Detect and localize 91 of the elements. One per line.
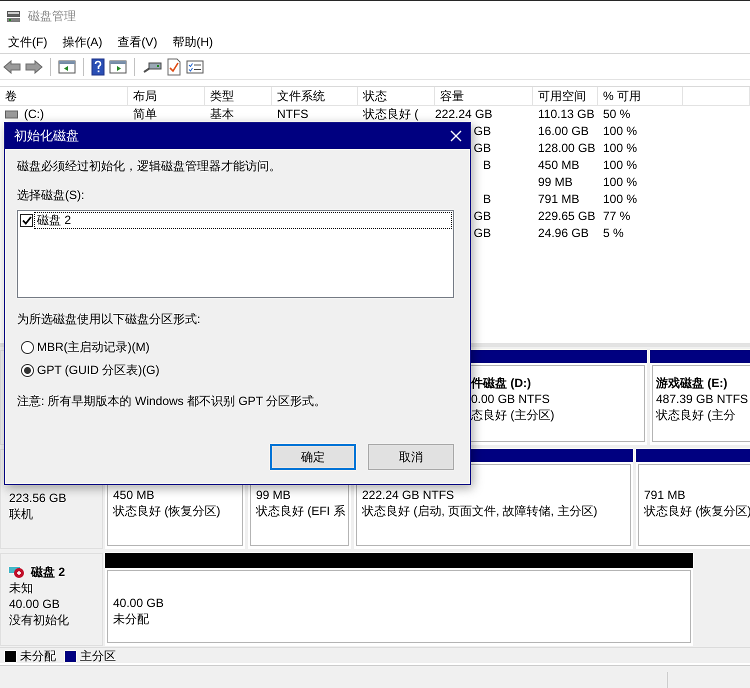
partition-size: 99 MB bbox=[256, 487, 291, 503]
disk-name: 磁盘 2 bbox=[31, 564, 66, 580]
table-cell: GB bbox=[474, 123, 491, 140]
checklist-icon[interactable] bbox=[166, 58, 182, 76]
panel-icon[interactable] bbox=[58, 58, 76, 74]
column-header[interactable]: 状态 bbox=[363, 87, 387, 105]
table-cell: B bbox=[482, 191, 491, 208]
partition-status: 状态良好 (主分 bbox=[656, 407, 736, 423]
column-header[interactable]: 布局 bbox=[133, 87, 157, 105]
table-cell: 100 % bbox=[603, 191, 638, 208]
partition-status: 未分配 bbox=[113, 611, 149, 627]
list-item[interactable]: 磁盘 2 bbox=[35, 213, 451, 228]
partition-status: 状态良好 (启动, 页面文件, 故障转储, 主分区) bbox=[362, 503, 598, 519]
menu-item[interactable]: 帮助(H) bbox=[166, 34, 219, 51]
note-text: 注意: 所有早期版本的 Windows 都不识别 GPT 分区形式。 bbox=[17, 393, 326, 410]
radio-label[interactable]: GPT (GUID 分区表)(G) bbox=[37, 362, 160, 379]
column-header[interactable]: 类型 bbox=[210, 87, 234, 105]
disk-info: 未知 bbox=[9, 580, 33, 596]
partition[interactable]: 40.00 GB 未分配 bbox=[105, 553, 693, 646]
table-cell: 110.13 GB bbox=[538, 106, 594, 123]
partition-size: 487.39 GB NTFS bbox=[656, 391, 748, 407]
partition-status: 状态良好 (恢复分区) bbox=[113, 503, 220, 519]
radio-button[interactable] bbox=[21, 364, 34, 377]
field-label: 为所选磁盘使用以下磁盘分区形式: bbox=[17, 311, 200, 328]
disk-info: 没有初始化 bbox=[9, 612, 69, 628]
table-cell: 100 % bbox=[603, 174, 638, 191]
table-cell: (C:) bbox=[24, 106, 44, 123]
column-header[interactable]: 卷 bbox=[5, 87, 17, 105]
disk-info: 40.00 GB bbox=[9, 596, 60, 612]
dialog-message: 磁盘必须经过初始化，逻辑磁盘管理器才能访问。 bbox=[17, 158, 281, 175]
disk-info: 223.56 GB bbox=[9, 490, 66, 506]
partition-size: 450 MB bbox=[113, 487, 154, 503]
table-cell: 5 % bbox=[603, 225, 624, 242]
table-cell: 24.96 GB bbox=[538, 225, 589, 242]
menu-item[interactable]: 查看(V) bbox=[111, 34, 164, 51]
properties-icon[interactable] bbox=[186, 58, 204, 74]
radio-label[interactable]: MBR(主启动记录)(M) bbox=[37, 339, 150, 356]
table-cell: 基本 bbox=[210, 106, 234, 123]
column-header[interactable]: 文件系统 bbox=[277, 87, 325, 105]
partition-size: 222.24 GB NTFS bbox=[362, 487, 454, 503]
disk-list[interactable]: 磁盘 2 bbox=[17, 210, 454, 298]
window-title: 磁盘管理 bbox=[28, 8, 76, 25]
cancel-button[interactable]: 取消 bbox=[368, 444, 454, 470]
table-cell: 791 MB bbox=[538, 191, 580, 208]
table-cell: 16.00 GB bbox=[538, 123, 589, 140]
column-header[interactable]: 容量 bbox=[440, 87, 464, 105]
table-cell: 100 % bbox=[603, 123, 638, 140]
ok-button[interactable]: 确定 bbox=[270, 444, 356, 470]
legend-label: 未分配 bbox=[20, 648, 56, 663]
partition-size: 40.00 GB bbox=[113, 595, 164, 611]
disk-warning-icon bbox=[9, 565, 25, 579]
table-cell: GB bbox=[474, 225, 491, 242]
table-cell: 100 % bbox=[603, 157, 638, 174]
app-icon bbox=[6, 10, 21, 23]
back-arrow-icon[interactable] bbox=[3, 58, 21, 74]
table-cell: NTFS bbox=[277, 106, 308, 123]
table-cell: 128.00 GB bbox=[538, 140, 596, 157]
column-header[interactable]: % 可用 bbox=[603, 87, 642, 105]
close-icon[interactable] bbox=[450, 130, 462, 142]
table-cell: 100 % bbox=[603, 140, 638, 157]
partition-status: 状态良好 (EFI 系 bbox=[256, 503, 346, 519]
legend-label: 主分区 bbox=[80, 648, 116, 663]
panel-icon[interactable] bbox=[109, 58, 127, 74]
partition-name: 件磁盘 (D:) bbox=[471, 375, 531, 391]
partition-status: 态良好 (主分区) bbox=[471, 407, 554, 423]
radio-button[interactable] bbox=[21, 341, 34, 354]
field-label: 选择磁盘(S): bbox=[17, 187, 84, 204]
table-cell: 450 MB bbox=[538, 157, 580, 174]
disk-info: 联机 bbox=[9, 506, 33, 522]
checkbox[interactable] bbox=[20, 214, 33, 227]
table-cell: GB bbox=[474, 208, 491, 225]
menu-item[interactable]: 操作(A) bbox=[56, 34, 108, 51]
table-cell: 222.24 GB bbox=[435, 106, 492, 123]
table-cell: B bbox=[482, 157, 491, 174]
table-cell: 简单 bbox=[133, 106, 157, 123]
partition-name: 游戏磁盘 (E:) bbox=[656, 375, 728, 391]
table-cell: 99 MB bbox=[538, 174, 573, 191]
table-cell: 状态良好 ( bbox=[363, 106, 418, 123]
column-header[interactable]: 可用空间 bbox=[538, 87, 586, 105]
dialog-title: 初始化磁盘 bbox=[14, 127, 79, 145]
forward-arrow-icon[interactable] bbox=[25, 58, 43, 74]
menu-item[interactable]: 文件(F) bbox=[2, 34, 54, 51]
partition-size: 791 MB bbox=[644, 487, 686, 503]
table-cell: 50 % bbox=[603, 106, 630, 123]
table-cell: GB bbox=[474, 140, 491, 157]
partition-size: 0.00 GB NTFS bbox=[471, 391, 550, 407]
partition[interactable]: 游戏磁盘 (E:) 487.39 GB NTFS 状态良好 (主分 bbox=[650, 350, 750, 445]
table-cell: 77 % bbox=[603, 208, 630, 225]
table-cell: 229.65 GB bbox=[538, 208, 596, 225]
drive-icon bbox=[5, 110, 18, 119]
help-icon[interactable] bbox=[91, 58, 105, 76]
